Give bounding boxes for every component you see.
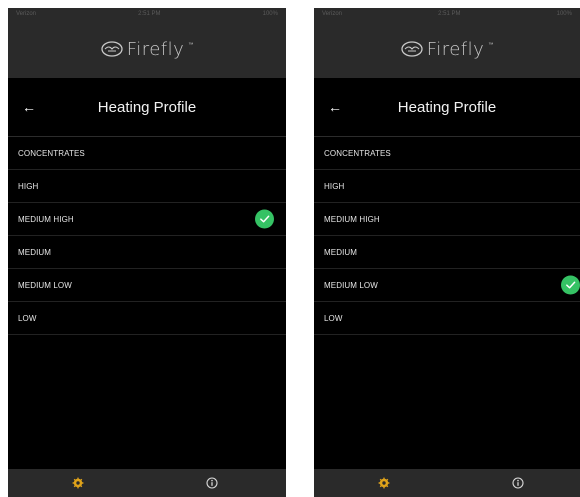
profile-option-label: CONCENTRATES — [324, 148, 391, 158]
profile-option-label: MEDIUM LOW — [324, 280, 378, 290]
brand-name: Firefly — [426, 38, 485, 60]
status-time: 2:51 PM — [438, 11, 461, 17]
brand-trademark: ™ — [188, 42, 194, 48]
profile-option-label: CONCENTRATES — [18, 148, 85, 158]
page-title: Heating Profile — [97, 98, 197, 116]
profile-option-concentrates[interactable]: CONCENTRATES — [8, 137, 286, 170]
brand-header: Firefly ™ — [314, 20, 580, 78]
profile-option-label: MEDIUM HIGH — [324, 214, 380, 224]
profile-option-medium[interactable]: MEDIUM — [314, 236, 580, 269]
phone-screen-left: Verizon 2:51 PM 100% Firefly ™ ← Heating… — [8, 8, 286, 497]
status-carrier: Verizon — [16, 11, 37, 17]
profile-option-medium-low[interactable]: MEDIUM LOW — [314, 269, 580, 302]
status-bar: Verizon 2:51 PM 100% — [314, 8, 580, 20]
nav-bar: ← Heating Profile — [8, 78, 286, 137]
check-icon — [561, 275, 580, 295]
bottom-tab-bar — [8, 469, 286, 497]
nav-bar: ← Heating Profile — [314, 78, 580, 137]
back-arrow-icon[interactable]: ← — [328, 99, 342, 115]
profile-option-concentrates[interactable]: CONCENTRATES — [314, 137, 580, 170]
brand-header: Firefly ™ — [8, 20, 286, 78]
gear-icon[interactable] — [378, 477, 390, 489]
profile-option-low[interactable]: LOW — [8, 302, 286, 335]
status-bar: Verizon 2:51 PM 100% — [8, 8, 286, 20]
gear-icon[interactable] — [72, 477, 84, 489]
back-arrow-icon[interactable]: ← — [22, 99, 36, 115]
screenshot-divider — [286, 8, 314, 497]
status-battery: 100% — [556, 11, 572, 17]
firefly-logo-icon — [401, 41, 423, 57]
heating-profile-list: CONCENTRATES HIGH MEDIUM HIGH MEDIUM MED… — [8, 137, 286, 335]
page-title: Heating Profile — [397, 98, 497, 116]
status-time: 2:51 PM — [138, 11, 161, 17]
profile-option-label: HIGH — [324, 181, 345, 191]
check-icon — [255, 209, 274, 229]
profile-option-label: LOW — [18, 313, 37, 323]
profile-option-label: LOW — [324, 313, 343, 323]
status-carrier: Verizon — [322, 11, 343, 17]
profile-option-label: MEDIUM HIGH — [18, 214, 74, 224]
profile-option-label: MEDIUM LOW — [18, 280, 72, 290]
info-icon[interactable] — [512, 477, 524, 489]
firefly-logo-icon — [101, 41, 123, 57]
profile-option-medium[interactable]: MEDIUM — [8, 236, 286, 269]
profile-option-label: MEDIUM — [18, 247, 52, 257]
bottom-tab-bar — [314, 469, 580, 497]
profile-option-medium-high[interactable]: MEDIUM HIGH — [314, 203, 580, 236]
brand-trademark: ™ — [488, 42, 494, 48]
profile-option-medium-low[interactable]: MEDIUM LOW — [8, 269, 286, 302]
profile-option-high[interactable]: HIGH — [314, 170, 580, 203]
profile-option-medium-high[interactable]: MEDIUM HIGH — [8, 203, 286, 236]
profile-option-low[interactable]: LOW — [314, 302, 580, 335]
phone-screen-right: Verizon 2:51 PM 100% Firefly ™ ← Heating… — [314, 8, 580, 497]
profile-option-label: MEDIUM — [324, 247, 358, 257]
brand-name: Firefly — [126, 38, 185, 60]
status-battery: 100% — [262, 11, 278, 17]
info-icon[interactable] — [206, 477, 218, 489]
profile-option-high[interactable]: HIGH — [8, 170, 286, 203]
profile-option-label: HIGH — [18, 181, 39, 191]
heating-profile-list: CONCENTRATES HIGH MEDIUM HIGH MEDIUM MED… — [314, 137, 580, 335]
